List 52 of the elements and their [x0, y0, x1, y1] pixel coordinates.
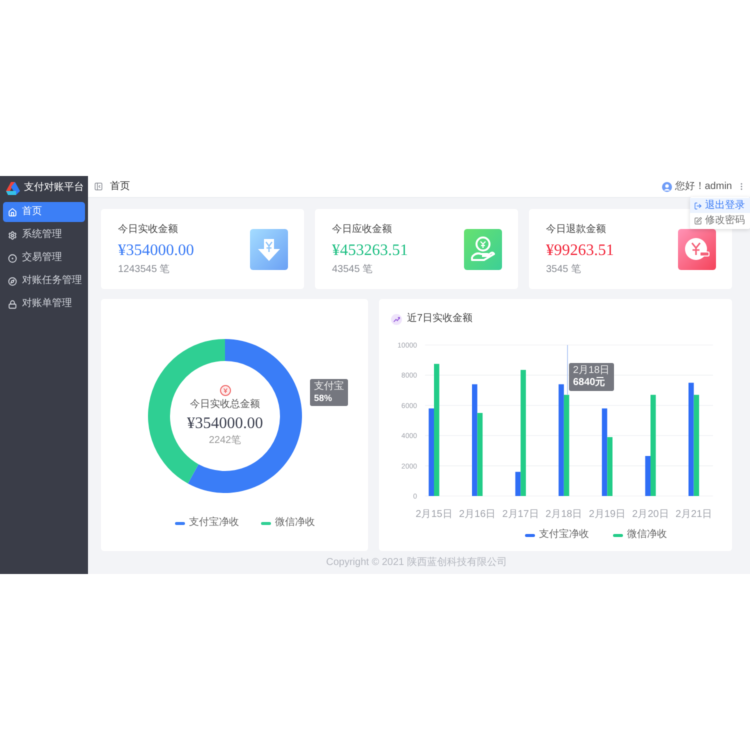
chart-title: 近7日实收金额: [407, 313, 473, 325]
coin-hand-icon: [464, 228, 502, 270]
legend-label[interactable]: 支付宝净收: [189, 517, 239, 529]
legend-label[interactable]: 微信净收: [627, 529, 667, 541]
stat-count: 1243545 笔: [118, 262, 171, 276]
nav-item[interactable]: 交易管理: [3, 248, 85, 268]
stat-label: 今日应收金额: [332, 222, 393, 236]
menu-item[interactable]: 退出登录: [690, 198, 750, 213]
tooltip-value: 58%: [314, 393, 334, 404]
x-axis-label: 2月18日: [546, 509, 582, 520]
tooltip-date: 2月18日: [573, 365, 610, 377]
x-axis-label: 2月19日: [588, 509, 626, 520]
nav-item[interactable]: 系统管理: [3, 225, 85, 245]
coin-icon: [220, 385, 230, 396]
trend-icon: [391, 314, 402, 324]
app-title: 支付对账平台: [24, 182, 84, 194]
x-axis-label: 2月17日: [502, 509, 539, 520]
x-axis-label: 2月16日: [458, 509, 496, 520]
nav-item[interactable]: 首页: [3, 202, 85, 222]
compass-icon: [8, 276, 17, 286]
stat-label: 今日退款金额: [546, 222, 607, 236]
copyright-text: Copyright © 2021 陕西蓝创科技有限公司: [326, 556, 507, 568]
x-axis-label: 2月21日: [675, 509, 712, 520]
avatar-icon[interactable]: [662, 182, 672, 192]
stat-amount: ¥99263.51: [546, 240, 614, 260]
lock-icon: [8, 300, 17, 308]
center-label: 今日实收总金额: [190, 399, 260, 411]
center-count: 2242笔: [208, 435, 242, 447]
center-amount: ¥354000.00: [187, 414, 263, 433]
edit-icon: [694, 216, 702, 224]
legend-label[interactable]: 支付宝净收: [539, 529, 589, 541]
stat-amount: ¥354000.00: [118, 240, 194, 260]
x-axis-label: 2月20日: [632, 509, 669, 520]
menu-item[interactable]: 修改密码: [690, 213, 750, 228]
panel-icon[interactable]: [94, 182, 103, 191]
nav-item[interactable]: 对账单管理: [3, 294, 85, 314]
logo-icon: [6, 182, 20, 194]
house-icon: [8, 208, 17, 216]
stat-count: 3545 笔: [546, 262, 582, 276]
breadcrumb[interactable]: 首页: [110, 180, 130, 192]
nav-item[interactable]: 对账任务管理: [3, 271, 85, 291]
stat-label: 今日实收金额: [118, 222, 179, 236]
greeting-text[interactable]: 您好！admin: [674, 180, 732, 192]
x-axis-label: 2月15日: [416, 509, 452, 520]
circle-dot-icon: [8, 254, 17, 262]
stat-count: 43545 笔: [332, 262, 374, 276]
tooltip-name: 支付宝: [314, 381, 344, 393]
legend-label[interactable]: 微信净收: [275, 517, 315, 529]
tooltip-value: 6840元: [573, 377, 606, 389]
gear-icon: [8, 230, 17, 240]
stat-amount: ¥453263.51: [332, 240, 408, 260]
logout-icon: [694, 202, 702, 210]
